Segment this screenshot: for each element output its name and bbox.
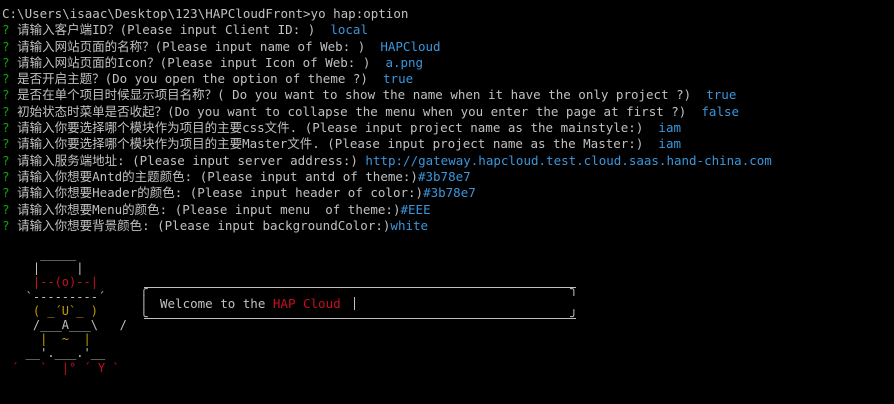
prompt-question: 请输入网站页面的Icon？(Please input Icon of Web: …	[17, 54, 371, 70]
prompt-question: 初始状态时菜单是否收起？(Do you want to collapse the…	[17, 103, 687, 119]
prompt-answer: #3b78e7	[423, 185, 476, 201]
prompt-answer: true	[383, 71, 414, 87]
prompt-question: 请输入你要选择哪个模块作为项目的主要Master文件. (Please inpu…	[17, 136, 644, 152]
question-mark-icon: ?	[2, 120, 10, 136]
prompt-answer: iam	[658, 136, 681, 152]
prompt-answer: #EEE	[400, 201, 431, 217]
prompt-line-theme: ? 是否开启主题？(Do you open the option of them…	[2, 71, 892, 87]
yeoman-line: __'.___.'__	[4, 346, 106, 361]
prompt-answer: white	[390, 217, 429, 233]
welcome-message: Welcome to the HAP Cloud	[160, 296, 356, 312]
prompt-question: 请输入网站页面的名称？(Please input name of Web: )	[17, 38, 366, 54]
prompt-line-menu-color: ? 请输入你想要Menu的颜色: (Please input menu of t…	[2, 202, 892, 218]
welcome-prefix: Welcome to the	[160, 296, 273, 311]
prompt-question: 请输入你想要背景颜色: (Please input backgroundColo…	[17, 217, 391, 233]
prompt-line-client-id: ? 请输入客户端ID？(Please input Client ID: ) lo…	[2, 22, 892, 38]
prompt-answer: false	[701, 103, 740, 119]
yeoman-line: | ~ |	[4, 332, 91, 347]
prompt-line-web-name: ? 请输入网站页面的名称？(Please input name of Web: …	[2, 39, 892, 55]
yeoman-line: ( _´U`_ )	[4, 303, 98, 318]
question-mark-icon: ?	[2, 71, 10, 87]
prompt-answer: #3b78e7	[417, 168, 471, 184]
prompt-answer: a.png	[385, 54, 424, 70]
prompt-line-background-color: ? 请输入你想要背景颜色: (Please input backgroundCo…	[2, 218, 892, 234]
prompt-question: 请输入客户端ID？(Please input Client ID: )	[17, 22, 316, 38]
question-mark-icon: ?	[2, 54, 10, 70]
yeoman-line: ´ ` |° ´ Y `	[4, 360, 120, 375]
brand-name: HAP Cloud	[272, 296, 341, 311]
prompt-question: 是否在单个项目时候显示项目名称？( Do you want to show th…	[17, 87, 692, 103]
prompt-question: 请输入你想要Header的颜色: (Please input header of…	[17, 185, 424, 201]
question-mark-icon: ?	[2, 185, 10, 201]
text-cursor	[354, 297, 356, 310]
question-mark-icon: ?	[2, 152, 10, 168]
terminal-output: C:\Users\isaac\Desktop\123\HAPCloudFront…	[2, 6, 892, 234]
question-mark-icon: ?	[2, 217, 10, 233]
prompt-question: 是否开启主题？(Do you open the option of theme …	[17, 71, 368, 87]
bubble-top-border	[144, 287, 576, 288]
prompt-line-antd-theme: ? 请输入你想要Antd的主题颜色: (Please input antd of…	[2, 169, 892, 185]
prompt-answer: iam	[658, 120, 681, 136]
bubble-left-border: ╭ │ ╰	[140, 281, 148, 324]
yeoman-line: |--(o)--|	[4, 275, 98, 290]
welcome-bubble: ╭ │ ╰ ╮ ╯ Welcome to the HAP Cloud	[140, 281, 580, 324]
prompt-question: 请输入服务端地址: (Please input server address:)	[17, 152, 358, 168]
yeoman-line: _____	[4, 247, 77, 261]
prompt-line-show-project-name: ? 是否在单个项目时候显示项目名称？( Do you want to show …	[2, 87, 892, 103]
yeoman-line: /___A___\ /	[4, 318, 127, 333]
yeoman-line: | |	[4, 261, 84, 276]
prompt-answer: true	[706, 87, 737, 103]
question-mark-icon: ?	[2, 201, 10, 217]
prompt-answer: HAPCloud	[380, 38, 441, 54]
yeoman-line: `---------´	[4, 289, 106, 304]
prompt-line-server-address: ? 请输入服务端地址: (Please input server address…	[2, 153, 892, 169]
question-mark-icon: ?	[2, 168, 10, 184]
prompt-line-master: ? 请输入你要选择哪个模块作为项目的主要Master文件. (Please in…	[2, 136, 892, 152]
prompt-answer: http://gateway.hapcloud.test.cloud.saas.…	[365, 152, 772, 168]
command-line: C:\Users\isaac\Desktop\123\HAPCloudFront…	[2, 6, 409, 21]
prompt-line-mainstyle: ? 请输入你要选择哪个模块作为项目的主要css文件. (Please input…	[2, 120, 892, 136]
prompt-question: 请输入你要选择哪个模块作为项目的主要css文件. (Please input p…	[17, 120, 644, 136]
question-mark-icon: ?	[2, 38, 10, 54]
prompt-question: 请输入你想要Antd的主题颜色: (Please input antd of t…	[17, 168, 418, 184]
question-mark-icon: ?	[2, 22, 10, 38]
question-mark-icon: ?	[2, 87, 10, 103]
prompt-answer: local	[330, 22, 368, 38]
prompt-line-header-color: ? 请输入你想要Header的颜色: (Please input header …	[2, 185, 892, 201]
prompt-line-web-icon: ? 请输入网站页面的Icon？(Please input Icon of Web…	[2, 55, 892, 71]
prompt-question: 请输入你想要Menu的颜色: (Please input menu of the…	[17, 201, 401, 217]
question-mark-icon: ?	[2, 136, 10, 152]
bubble-right-border: ╮ ╯	[570, 281, 578, 324]
prompt-line-collapse-menu: ? 初始状态时菜单是否收起？(Do you want to collapse t…	[2, 104, 892, 120]
yeoman-ascii-art: _____ | | |--(o)--| `---------´ ( _´U`_ …	[4, 247, 144, 375]
question-mark-icon: ?	[2, 103, 10, 119]
welcome-suffix	[341, 296, 349, 311]
bubble-bottom-border	[144, 318, 576, 319]
